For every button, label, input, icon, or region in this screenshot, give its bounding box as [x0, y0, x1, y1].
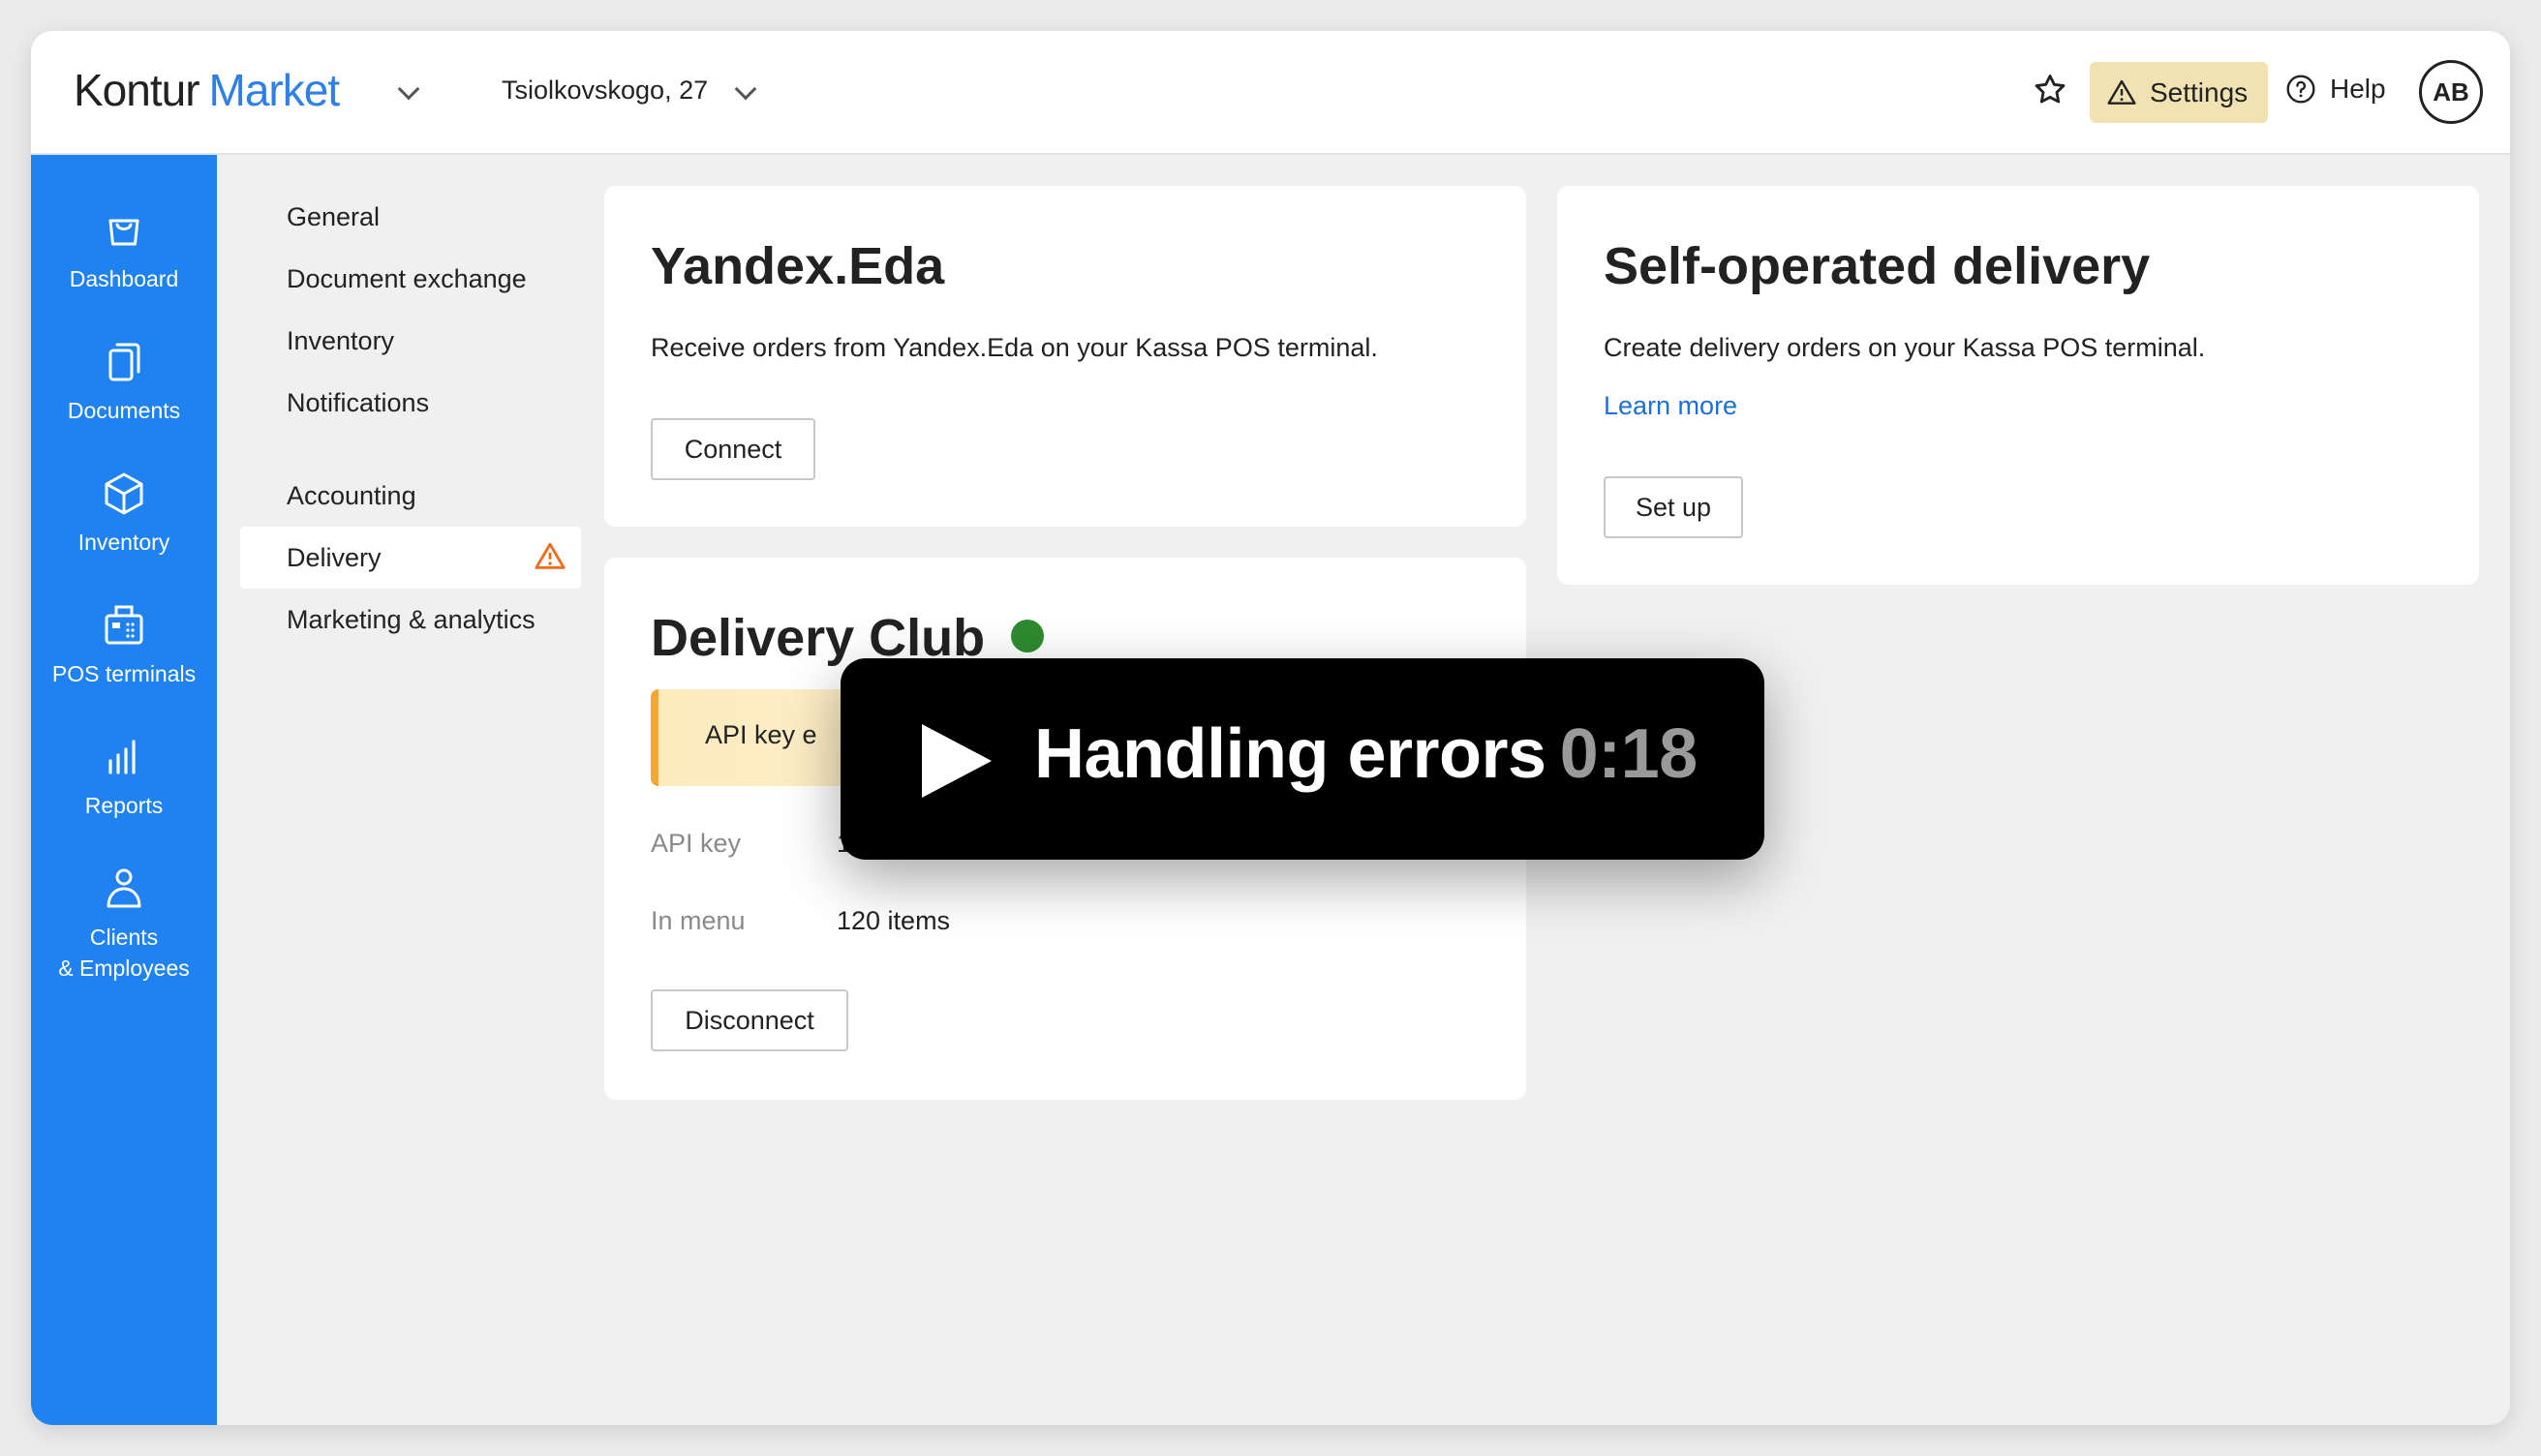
- submenu-item-delivery[interactable]: Delivery: [240, 527, 581, 589]
- nav-label: Reports: [84, 793, 164, 818]
- bag-icon: [108, 219, 139, 246]
- top-header: Kontur Market Tsiolkovskogo, 27 Settings …: [31, 31, 2510, 155]
- connect-button[interactable]: Connect: [651, 418, 815, 480]
- nav-label: Inventory: [77, 530, 170, 555]
- person-icon: [107, 868, 141, 908]
- app-window: Kontur Market Tsiolkovskogo, 27 Settings …: [31, 31, 2510, 1425]
- video-title-text: Handling errors: [1034, 715, 1546, 793]
- submenu-item-accounting[interactable]: Accounting: [240, 465, 581, 527]
- bar-chart-icon: [108, 740, 136, 774]
- nav-label: Clients: [89, 925, 159, 950]
- chevron-down-icon[interactable]: [734, 77, 757, 101]
- submenu-item-inventory[interactable]: Inventory: [240, 310, 581, 372]
- main-sidebar: Dashboard Documents Inventory POS termin…: [31, 155, 217, 1425]
- submenu-label: Delivery: [287, 543, 382, 572]
- nav-item-inventory[interactable]: Inventory: [31, 467, 217, 558]
- nav-item-clients-employees[interactable]: Clients & Employees: [31, 862, 217, 984]
- yandex-eda-card: Yandex.Eda Receive orders from Yandex.Ed…: [604, 186, 1526, 527]
- warning-icon: [2107, 79, 2136, 105]
- nav-label: Documents: [67, 398, 181, 423]
- help-button[interactable]: Help: [2285, 74, 2386, 105]
- set-up-button[interactable]: Set up: [1604, 476, 1743, 538]
- settings-label: Settings: [2150, 76, 2249, 107]
- nav-label: Dashboard: [69, 266, 179, 291]
- submenu-item-document-exchange[interactable]: Document exchange: [240, 248, 581, 310]
- help-icon: [2286, 75, 2315, 104]
- menu-label: In menu: [651, 906, 746, 935]
- video-overlay[interactable]: Handling errors 0:18: [841, 658, 1764, 860]
- learn-more-link[interactable]: Learn more: [1604, 391, 1737, 421]
- play-icon[interactable]: [918, 720, 995, 802]
- card-description: Receive orders from Yandex.Eda on your K…: [651, 333, 1378, 362]
- menu-value: 120 items: [837, 906, 951, 935]
- nav-item-reports[interactable]: Reports: [31, 730, 217, 821]
- self-delivery-card: Self-operated delivery Create delivery o…: [1557, 186, 2479, 585]
- card-title: Self-operated delivery: [1604, 237, 2151, 295]
- documents-icon: [108, 343, 140, 381]
- avatar[interactable]: AB: [2419, 60, 2483, 124]
- nav-label: POS terminals: [51, 661, 197, 686]
- banner-text: API key e: [705, 720, 817, 749]
- logo-secondary: Market: [208, 65, 341, 115]
- nav-label-line2: & Employees: [58, 956, 190, 981]
- logo[interactable]: Kontur Market: [74, 64, 341, 116]
- logo-primary: Kontur: [74, 65, 200, 115]
- chevron-down-icon[interactable]: [397, 77, 420, 101]
- card-description: Create delivery orders on your Kassa POS…: [1604, 333, 2206, 362]
- box-icon: [105, 472, 143, 515]
- alert-icon: [535, 542, 566, 569]
- pos-terminal-icon: [105, 605, 143, 645]
- video-duration: 0:18: [1559, 715, 1699, 793]
- submenu-item-marketing-analytics[interactable]: Marketing & analytics: [240, 589, 581, 651]
- api-key-label: API key: [651, 829, 742, 858]
- card-title: Yandex.Eda: [651, 237, 945, 295]
- disconnect-button[interactable]: Disconnect: [651, 989, 848, 1051]
- submenu-item-general[interactable]: General: [240, 186, 581, 248]
- star-icon[interactable]: [2032, 72, 2068, 108]
- nav-item-documents[interactable]: Documents: [31, 335, 217, 426]
- store-selector[interactable]: Tsiolkovskogo, 27: [502, 76, 708, 106]
- submenu-item-notifications[interactable]: Notifications: [240, 372, 581, 434]
- connected-status-icon: [1011, 620, 1044, 652]
- nav-item-pos-terminals[interactable]: POS terminals: [31, 598, 217, 689]
- help-label: Help: [2330, 74, 2386, 104]
- settings-button[interactable]: Settings: [2090, 62, 2268, 123]
- nav-item-dashboard[interactable]: Dashboard: [31, 203, 217, 294]
- video-title: Handling errors 0:18: [1034, 714, 1698, 794]
